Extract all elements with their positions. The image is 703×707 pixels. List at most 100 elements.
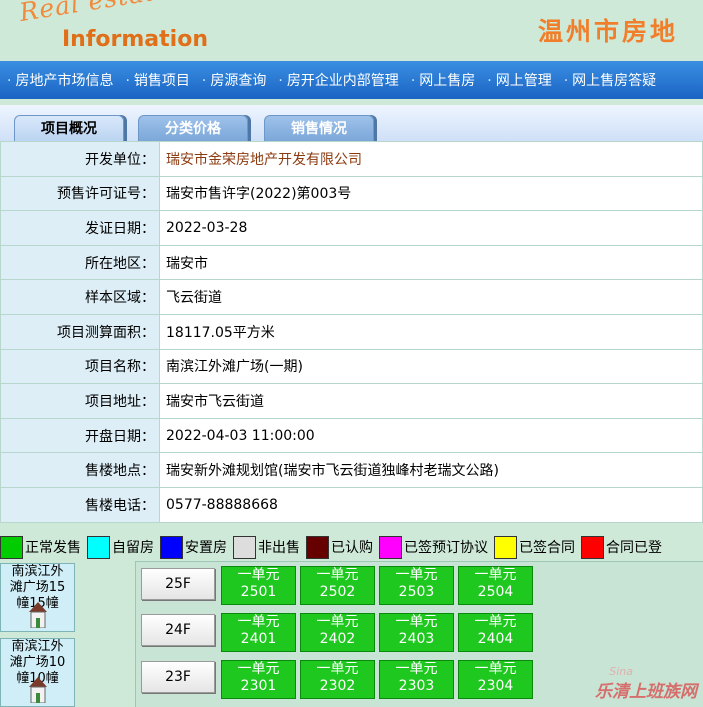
unit-2402[interactable]: 一单元 2402 (300, 613, 375, 652)
building-name-line: 滩广场10 (9, 655, 66, 670)
unit-2502[interactable]: 一单元 2502 (300, 566, 375, 605)
unit-number: 2402 (319, 631, 356, 647)
table-row: 项目测算面积： 18117.05平方米 (0, 313, 703, 350)
row-value: 飞云街道 (159, 279, 703, 315)
developer-link[interactable]: 瑞安市金荣房地产开发有限公司 (159, 141, 703, 177)
logo-bottom-text: Information (62, 27, 208, 52)
unit-name: 一单元 (474, 661, 517, 677)
site-title: 温州市房地 (538, 17, 679, 46)
row-label: 售楼地点： (0, 452, 160, 488)
nav-item-online-sale[interactable]: · 网上售房 (404, 70, 480, 90)
unit-2403[interactable]: 一单元 2403 (379, 613, 454, 652)
unit-name: 一单元 (395, 567, 438, 583)
building-item-10[interactable]: 南滨江外 滩广场10 幢10幢 (0, 638, 75, 707)
unit-number: 2504 (477, 584, 514, 600)
watermark: 乐清上班族网 (595, 682, 697, 702)
legend-item: 已签预订协议 (379, 535, 488, 559)
row-label: 售楼电话： (0, 486, 160, 523)
page-header: Real estate market Information 温州市房地 (0, 0, 703, 60)
unit-number: 2302 (319, 678, 356, 694)
table-row: 项目名称： 南滨江外滩广场(一期) (0, 348, 703, 385)
row-value: 瑞安市 (159, 244, 703, 281)
floor-label-23f: 23F (141, 661, 215, 693)
tab-prices[interactable]: 分类价格 (138, 115, 248, 142)
unit-name: 一单元 (316, 614, 359, 630)
nav-item-online-manage[interactable]: · 网上管理 (480, 70, 556, 90)
row-label: 开盘日期： (0, 417, 160, 454)
table-row: 开发单位： 瑞安市金荣房地产开发有限公司 (0, 141, 703, 177)
legend-swatch-icon (379, 535, 402, 559)
unit-2302[interactable]: 一单元 2302 (300, 660, 375, 699)
unit-number: 2303 (398, 678, 435, 694)
legend-item: 正常发售 (0, 535, 81, 559)
row-label: 预售许可证号： (0, 175, 160, 212)
row-label: 项目名称： (0, 348, 160, 385)
row-value: 18117.05平方米 (159, 313, 703, 350)
table-row: 售楼地点： 瑞安新外滩规划馆(瑞安市飞云街道独峰村老瑞文公路) (0, 452, 703, 488)
table-row: 发证日期： 2022-03-28 (0, 210, 703, 246)
bullet-icon: · (563, 73, 569, 89)
unit-2404[interactable]: 一单元 2404 (458, 613, 533, 652)
unit-name: 一单元 (395, 614, 438, 630)
unit-2401[interactable]: 一单元 2401 (221, 613, 296, 652)
bullet-icon: · (278, 73, 283, 89)
unit-name: 一单元 (316, 661, 359, 677)
row-value: 2022-04-03 11:00:00 (159, 417, 703, 454)
bullet-icon: · (487, 73, 492, 89)
nav-item-query[interactable]: · 房源查询 (195, 70, 271, 90)
unit-2304[interactable]: 一单元 2304 (458, 660, 533, 699)
legend-swatch-icon (233, 535, 256, 559)
row-value: 瑞安市飞云街道 (159, 383, 703, 419)
legend-swatch-icon (581, 535, 604, 559)
unit-name: 一单元 (474, 567, 517, 583)
unit-number: 2301 (240, 678, 277, 694)
tab-bar: 项目概况 分类价格 销售情况 (0, 105, 703, 142)
building-name-line: 南滨江外 (11, 564, 64, 579)
project-info-table: 开发单位： 瑞安市金荣房地产开发有限公司 预售许可证号： 瑞安市售许字(2022)第… (0, 141, 703, 523)
row-label: 所在地区： (0, 244, 160, 281)
logo-top-text: Real estate market (17, 0, 277, 27)
legend-item: 已认购 (306, 535, 373, 559)
bullet-icon: · (410, 73, 416, 89)
unit-number: 2304 (477, 678, 514, 694)
nav-item-faq[interactable]: · 网上售房答疑 (557, 70, 661, 90)
nav-item-sales[interactable]: · 销售项目 (118, 70, 194, 90)
building-icon (29, 602, 47, 628)
building-item-15[interactable]: 南滨江外 滩广场15 幢15幢 (0, 563, 75, 632)
legend-swatch-icon (0, 535, 23, 559)
row-value: 瑞安市售许字(2022)第003号 (159, 175, 703, 212)
unit-name: 一单元 (474, 614, 517, 630)
table-row: 售楼电话： 0577-88888668 (0, 486, 703, 523)
legend-item: 非出售 (233, 535, 300, 559)
unit-number: 2401 (240, 631, 277, 647)
nav-item-developer[interactable]: · 房开企业内部管理 (271, 70, 403, 90)
table-row: 所在地区： 瑞安市 (0, 244, 703, 281)
unit-number: 2501 (240, 584, 277, 600)
tab-sales[interactable]: 销售情况 (264, 115, 374, 142)
nav-item-market[interactable]: · 房地产市场信息 (0, 70, 118, 90)
unit-2501[interactable]: 一单元 2501 (221, 566, 296, 605)
legend-item: 合同已登 (581, 535, 662, 559)
unit-2503[interactable]: 一单元 2503 (379, 566, 454, 605)
unit-2303[interactable]: 一单元 2303 (379, 660, 454, 699)
unit-name: 一单元 (237, 614, 280, 630)
row-label: 项目地址： (0, 383, 160, 419)
unit-2504[interactable]: 一单元 2504 (458, 566, 533, 605)
building-name-line: 滩广场15 (9, 580, 66, 595)
table-row: 样本区域： 飞云街道 (0, 279, 703, 315)
unit-2301[interactable]: 一单元 2301 (221, 660, 296, 699)
floor-label-25f: 25F (141, 568, 215, 600)
status-legend: 正常发售 自留房 安置房 非出售 已认购 已签预订协议 已签合同 合同已登 (0, 533, 703, 561)
unit-name: 一单元 (237, 661, 280, 677)
row-label: 开发单位： (0, 141, 160, 177)
legend-swatch-icon (160, 535, 183, 559)
legend-item: 已签合同 (494, 535, 575, 559)
row-value: 2022-03-28 (159, 210, 703, 246)
unit-number: 2503 (398, 584, 435, 600)
row-value: 0577-88888668 (159, 486, 703, 523)
row-label: 发证日期： (0, 210, 160, 246)
row-value: 南滨江外滩广场(一期) (159, 348, 703, 385)
unit-name: 一单元 (395, 661, 438, 677)
tab-overview[interactable]: 项目概况 (14, 115, 124, 142)
building-icon (29, 677, 47, 703)
